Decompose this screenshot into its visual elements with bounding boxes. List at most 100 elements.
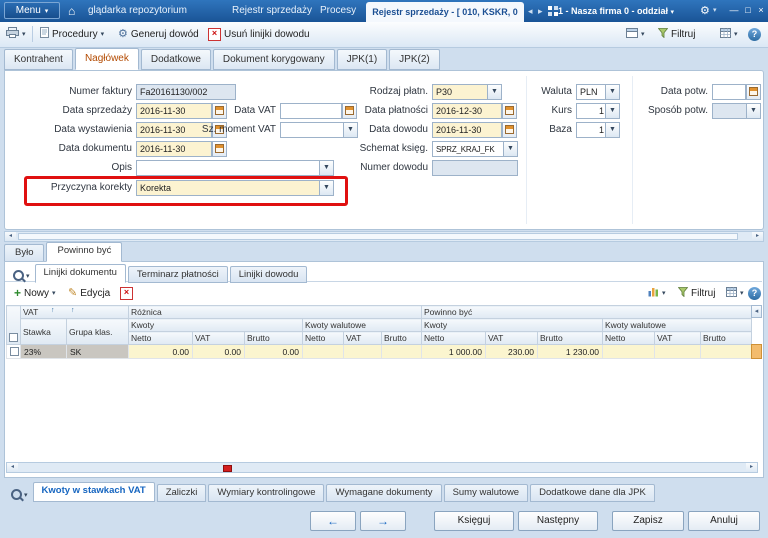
- grid-help-button[interactable]: ?: [748, 284, 761, 302]
- delete-row-button[interactable]: ×: [116, 284, 137, 302]
- numer-faktury-field[interactable]: Fa20161130/002: [136, 84, 236, 100]
- collapse-panel-icon[interactable]: ◂: [751, 305, 762, 318]
- tab-dokument-korygowany[interactable]: Dokument korygowany: [212, 49, 335, 70]
- chevron-down-icon[interactable]: ▼: [503, 142, 517, 156]
- sort-asc-icon[interactable]: ↑: [71, 307, 75, 314]
- kurs-dropdown[interactable]: 1 ▼: [576, 103, 620, 119]
- calendar-icon[interactable]: [212, 141, 227, 157]
- numer-dowodu-field[interactable]: [432, 160, 518, 176]
- nav-back-icon[interactable]: ◂: [528, 0, 533, 22]
- calendar-icon[interactable]: [746, 84, 761, 100]
- chevron-down-icon[interactable]: ▼: [319, 161, 333, 175]
- company-selector[interactable]: 1 - Nasza firma 0 - oddział ▾: [558, 0, 674, 24]
- col-header-netto[interactable]: Netto: [302, 331, 344, 345]
- bottom-locator-button[interactable]: ▾: [8, 487, 31, 502]
- tab-naglowek[interactable]: Nagłówek: [74, 48, 139, 70]
- nav-tab-procesy[interactable]: Procesy: [320, 0, 356, 22]
- locator-button[interactable]: ▾: [10, 268, 33, 283]
- chevron-down-icon[interactable]: ▼: [605, 85, 619, 99]
- scroll-right-icon[interactable]: ▸: [752, 232, 763, 241]
- grid-horizontal-scrollbar[interactable]: ◂ ▸: [6, 462, 758, 473]
- subgroup-kwoty[interactable]: Kwoty: [421, 318, 603, 332]
- tab-zaliczki[interactable]: Zaliczki: [156, 484, 207, 502]
- schemat-ksieg-dropdown[interactable]: SPRZ_KRAJ_FK ▼: [432, 141, 518, 157]
- scroll-left-icon[interactable]: ◂: [5, 232, 16, 241]
- tab-dodatkowe-dane-jpk[interactable]: Dodatkowe dane dla JPK: [530, 484, 655, 502]
- tab-jpk1[interactable]: JPK(1): [336, 49, 388, 70]
- col-header-brutto[interactable]: Brutto: [381, 331, 422, 345]
- edit-button[interactable]: ✎ Edycja: [64, 284, 114, 302]
- tab-dodatkowe[interactable]: Dodatkowe: [140, 49, 211, 70]
- generate-proof-button[interactable]: ⚙ Generuj dowód: [114, 25, 203, 43]
- chevron-down-icon[interactable]: ▼: [605, 123, 619, 137]
- nav-forward-icon[interactable]: ▸: [538, 0, 543, 22]
- grid-columns-button[interactable]: ▾: [722, 284, 748, 302]
- home-icon[interactable]: ⌂: [68, 0, 75, 22]
- tab-kwoty-w-stawkach-vat[interactable]: Kwoty w stawkach VAT: [32, 482, 155, 502]
- tab-wymiary-kontrolingowe[interactable]: Wymiary kontrolingowe: [208, 484, 325, 502]
- tab-sumy-walutowe[interactable]: Sumy walutowe: [443, 484, 529, 502]
- chart-view-button[interactable]: ▾: [644, 284, 670, 302]
- col-header-brutto[interactable]: Brutto: [244, 331, 303, 345]
- col-header-grupa-klas[interactable]: Grupa klas.: [66, 318, 129, 345]
- col-header-stawka[interactable]: Stawka: [20, 318, 67, 345]
- nastepny-button[interactable]: Następny: [518, 511, 598, 531]
- checkbox-icon[interactable]: [10, 347, 19, 356]
- waluta-dropdown[interactable]: PLN ▼: [576, 84, 620, 100]
- scroll-right-icon[interactable]: ▸: [746, 463, 757, 472]
- col-header-vat[interactable]: VAT: [654, 331, 701, 345]
- chevron-down-icon[interactable]: ▼: [319, 181, 333, 195]
- minimize-button[interactable]: —: [728, 4, 740, 17]
- next-record-button[interactable]: →: [360, 511, 406, 531]
- tab-jpk2[interactable]: JPK(2): [389, 49, 440, 70]
- group-header-powinno-byc[interactable]: Powinno być: [420, 305, 753, 319]
- data-potw-field[interactable]: [712, 84, 746, 100]
- checkbox-icon[interactable]: [9, 333, 18, 342]
- nav-tab-repozytorium[interactable]: glądarka repozytorium: [88, 0, 187, 22]
- tab-bylo[interactable]: Było: [4, 244, 45, 262]
- print-button[interactable]: ▾: [2, 25, 30, 43]
- tab-linijki-dokumentu[interactable]: Linijki dokumentu: [34, 264, 126, 283]
- data-dokumentu-field[interactable]: 2016-11-30: [136, 141, 212, 157]
- scrollbar-thumb-marker[interactable]: [223, 465, 232, 472]
- form-horizontal-scrollbar[interactable]: ◂ ▸: [4, 231, 764, 242]
- previous-button[interactable]: ←: [310, 511, 356, 531]
- chevron-down-icon[interactable]: ▼: [746, 104, 760, 118]
- col-header-vat[interactable]: VAT: [485, 331, 538, 345]
- group-header-roznica[interactable]: Różnica: [128, 305, 422, 319]
- col-header-netto[interactable]: Netto: [421, 331, 486, 345]
- tab-powinno-byc[interactable]: Powinno być: [46, 242, 123, 262]
- view-options-button[interactable]: ▾: [622, 25, 649, 43]
- przyczyna-korekty-dropdown[interactable]: Korekta ▼: [136, 180, 334, 196]
- subgroup-kwoty-walutowe[interactable]: Kwoty walutowe: [302, 318, 422, 332]
- tab-wymagane-dokumenty[interactable]: Wymagane dokumenty: [326, 484, 442, 502]
- table-row[interactable]: 23% SK 0.00 0.00 0.00 1 000.00 230.00 1 …: [6, 344, 753, 359]
- help-button[interactable]: ?: [748, 25, 761, 43]
- gear-icon[interactable]: ⚙: [700, 0, 710, 22]
- select-all-cell[interactable]: [6, 305, 21, 345]
- baza-dropdown[interactable]: 1 ▼: [576, 122, 620, 138]
- new-button[interactable]: + Nowy ▾: [10, 284, 60, 302]
- col-header-netto[interactable]: Netto: [602, 331, 655, 345]
- ksieguj-button[interactable]: Księguj: [434, 511, 514, 531]
- anuluj-button[interactable]: Anuluj: [688, 511, 760, 531]
- grid-filter-button[interactable]: Filtruj: [674, 284, 719, 302]
- chevron-down-icon[interactable]: ▾: [713, 0, 717, 22]
- col-header-vat[interactable]: VAT: [343, 331, 382, 345]
- zapisz-button[interactable]: Zapisz: [612, 511, 684, 531]
- group-header-vat[interactable]: VAT ↑ ↑: [20, 305, 129, 319]
- sposob-potw-dropdown[interactable]: ▼: [712, 103, 761, 119]
- col-header-netto[interactable]: Netto: [128, 331, 193, 345]
- grid-settings-button[interactable]: ▾: [716, 25, 742, 43]
- chevron-down-icon[interactable]: ▼: [605, 104, 619, 118]
- col-header-brutto[interactable]: Brutto: [537, 331, 603, 345]
- filter-button[interactable]: Filtruj: [654, 25, 699, 43]
- col-header-vat[interactable]: VAT: [192, 331, 245, 345]
- opis-dropdown[interactable]: ▼: [136, 160, 334, 176]
- tab-linijki-dowodu[interactable]: Linijki dowodu: [229, 266, 308, 283]
- procedures-button[interactable]: Procedury ▾: [36, 25, 108, 43]
- active-document-tab[interactable]: Rejestr sprzedaży - [ 010, KSKR, 0: [366, 2, 524, 22]
- close-button[interactable]: ×: [755, 4, 767, 17]
- subgroup-kwoty[interactable]: Kwoty: [128, 318, 303, 332]
- delete-proof-lines-button[interactable]: × Usuń linijki dowodu: [204, 25, 314, 43]
